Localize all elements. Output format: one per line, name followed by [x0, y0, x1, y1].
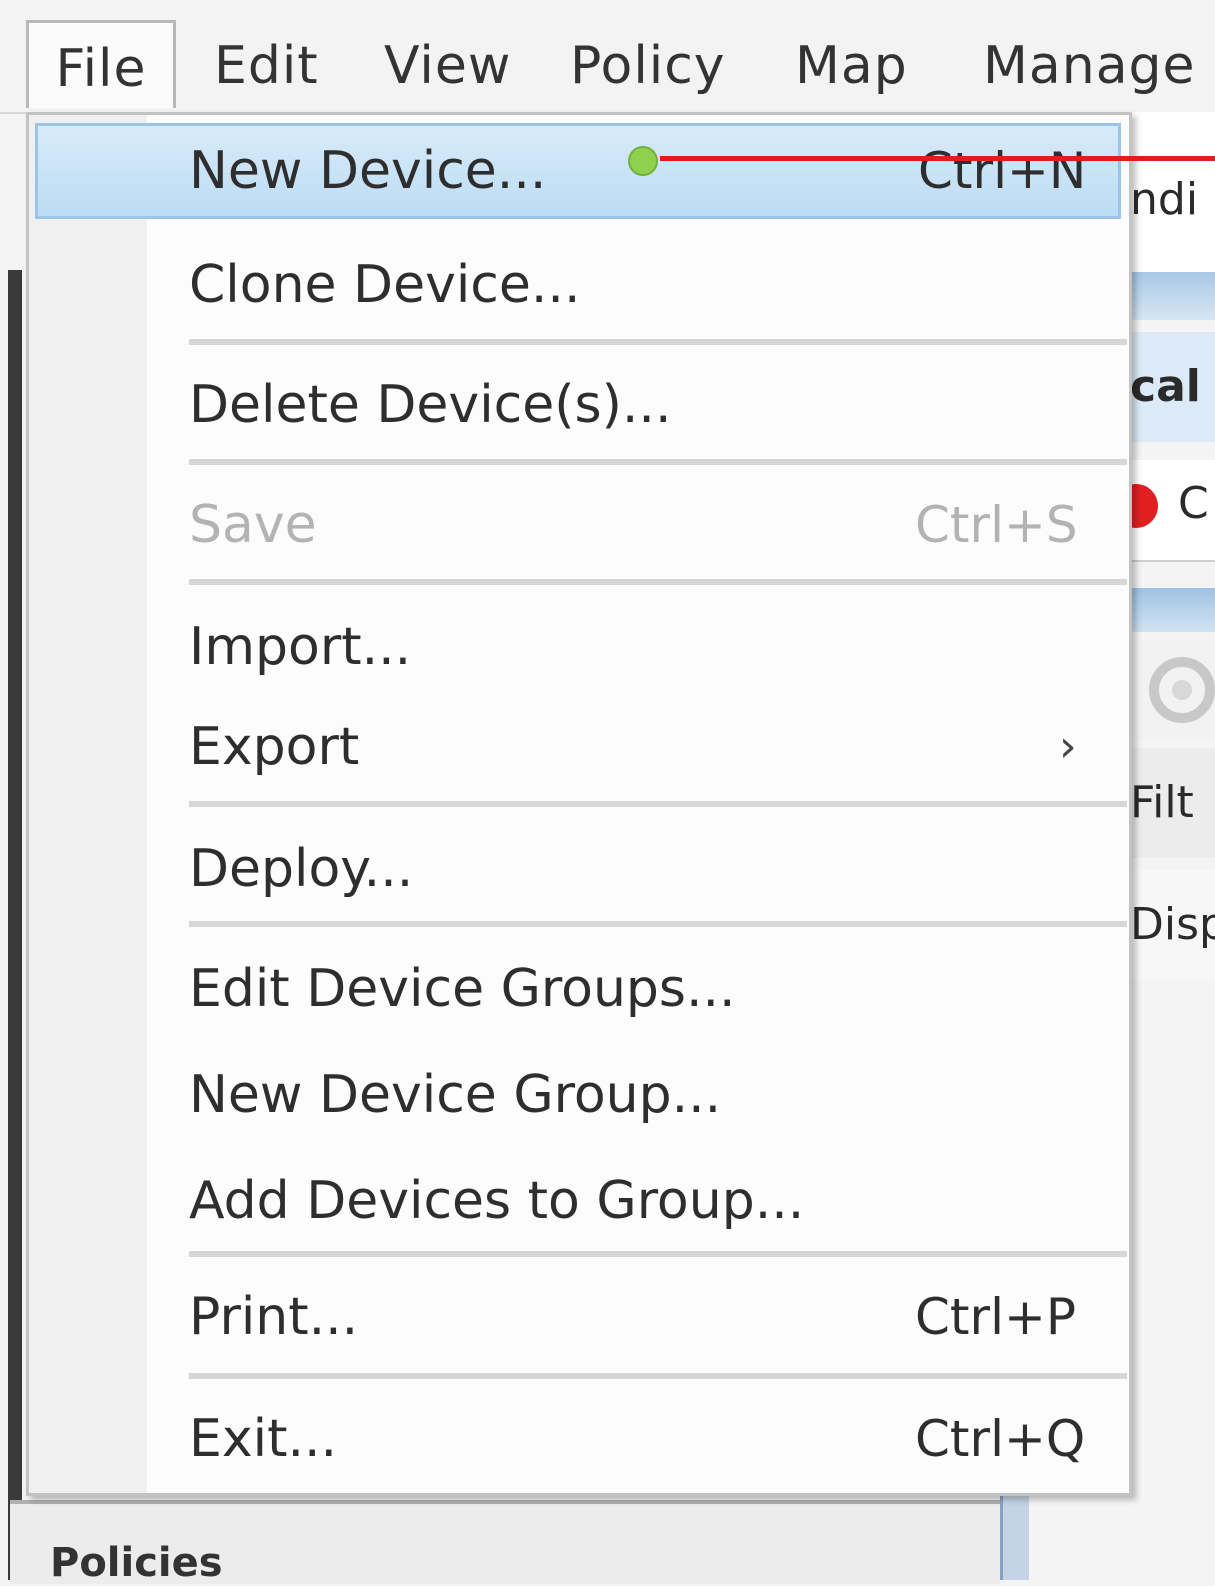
menu-item-delete-devices[interactable]: Delete Device(s)...: [29, 357, 1129, 453]
menu-item-label: Exit...: [189, 1409, 338, 1469]
menu-item-shortcut: Ctrl+P: [915, 1288, 1077, 1346]
menu-item-label: Export: [189, 717, 360, 777]
background-filter-label: Filt: [1130, 748, 1215, 858]
panel-splitter[interactable]: [1000, 1495, 1029, 1580]
menu-item-label: Delete Device(s)...: [189, 375, 672, 435]
background-heading-fragment: ndi: [1130, 112, 1215, 272]
menu-item-label: Clone Device...: [189, 255, 581, 315]
background-status-row: C: [1130, 460, 1215, 562]
background-toolbar: [1130, 640, 1215, 740]
menu-item-print[interactable]: Print... Ctrl+P: [29, 1269, 1129, 1365]
menu-policy[interactable]: Policy: [570, 20, 726, 108]
menu-edit[interactable]: Edit: [214, 20, 319, 108]
menu-item-deploy[interactable]: Deploy...: [29, 821, 1129, 917]
menu-item-save[interactable]: Save Ctrl+S: [29, 477, 1129, 573]
menu-separator: [189, 579, 1127, 585]
menu-separator: [189, 459, 1127, 465]
menu-item-export[interactable]: Export ›: [29, 699, 1129, 795]
menu-separator: [189, 1373, 1127, 1379]
menu-item-label: New Device...: [189, 141, 547, 201]
menu-item-exit[interactable]: Exit... Ctrl+Q: [29, 1391, 1129, 1487]
menu-item-add-devices-to-group[interactable]: Add Devices to Group...: [29, 1153, 1129, 1249]
menu-separator: [189, 339, 1127, 345]
background-section-header: cal: [1130, 332, 1215, 442]
gear-icon[interactable]: [1130, 640, 1215, 740]
file-menu-dropdown: New Device... Ctrl+N Clone Device... Del…: [26, 112, 1132, 1496]
menu-map[interactable]: Map: [795, 20, 908, 108]
menu-separator: [189, 1251, 1127, 1257]
menu-item-label: Deploy...: [189, 839, 414, 899]
menu-item-new-device[interactable]: New Device... Ctrl+N: [35, 123, 1121, 219]
menu-item-label: Save: [189, 495, 317, 555]
chevron-right-icon: ›: [1059, 721, 1077, 772]
window-left-edge: [8, 270, 22, 1580]
annotation-pointer-line: [660, 156, 1215, 161]
menu-item-label: Import...: [189, 617, 412, 677]
menu-item-shortcut: Ctrl+Q: [915, 1410, 1086, 1468]
menu-item-import[interactable]: Import...: [29, 599, 1129, 695]
menu-item-shortcut: Ctrl+N: [918, 142, 1087, 200]
background-display-label: Disp: [1130, 870, 1215, 980]
menu-item-new-device-group[interactable]: New Device Group...: [29, 1047, 1129, 1143]
menu-separator: [189, 801, 1127, 807]
policies-panel-title: Policies: [50, 1540, 223, 1586]
annotation-pointer-dot: [628, 146, 658, 176]
menu-item-label: Add Devices to Group...: [189, 1171, 805, 1231]
menu-item-edit-device-groups[interactable]: Edit Device Groups...: [29, 941, 1129, 1037]
menu-item-shortcut: Ctrl+S: [915, 496, 1078, 554]
menu-bar: File Edit View Policy Map Manage: [0, 0, 1215, 114]
menu-separator: [189, 921, 1127, 927]
menu-file[interactable]: File: [26, 20, 176, 108]
menu-view[interactable]: View: [384, 20, 511, 108]
menu-item-label: Print...: [189, 1287, 359, 1347]
background-title-bar: [1130, 272, 1215, 320]
background-title-bar-2: [1130, 588, 1215, 632]
menu-item-clone-device[interactable]: Clone Device...: [29, 237, 1129, 333]
menu-manage[interactable]: Manage: [983, 20, 1196, 108]
menu-item-label: New Device Group...: [189, 1065, 722, 1125]
menu-item-label: Edit Device Groups...: [189, 959, 736, 1019]
